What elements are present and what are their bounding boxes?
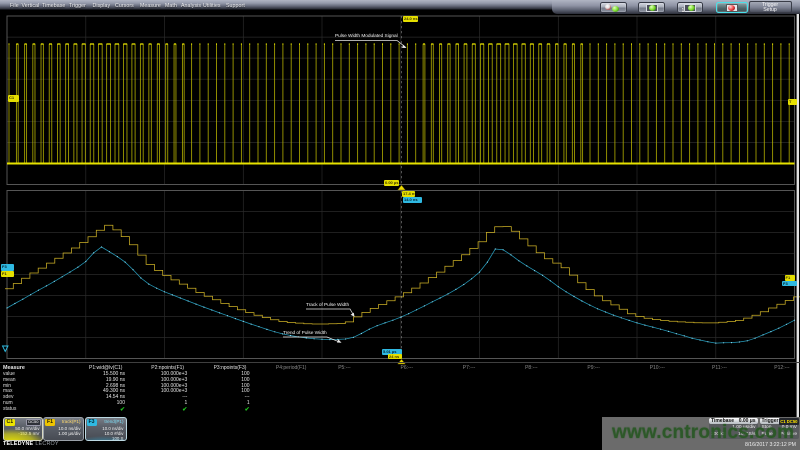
- f1-right-marker: F1: [785, 275, 796, 281]
- red-ball-icon: [728, 5, 735, 11]
- track-annotation-arrow: [306, 309, 354, 315]
- brand-name: LECROY: [35, 441, 58, 447]
- measure-column-header: P12:---: [774, 365, 789, 371]
- f3-id-badge: F3: [87, 419, 97, 426]
- trigger-position-marker-grid1: [398, 185, 406, 190]
- normal-trigger-button[interactable]: [638, 2, 665, 13]
- track-annotation: Track of Pulse Width: [306, 303, 349, 308]
- undo-setup-button[interactable]: [600, 2, 627, 13]
- c1-descriptor-box[interactable]: C1 DC50 50.0 mV/div -152.5 mV: [3, 417, 43, 441]
- descriptor-header: F3 trend(P1): [86, 418, 126, 426]
- vendor-name: TELEDYNE: [3, 441, 33, 447]
- measure-column-header: P7:---: [463, 365, 476, 371]
- menu-item-cursors[interactable]: Cursors: [115, 3, 134, 9]
- bottom-right-panel: www.cntronics.com Timebase 0.00 µs 1.00 …: [602, 417, 800, 450]
- measure-table-title: Measure: [3, 365, 25, 371]
- f3-right-marker: F3: [782, 281, 797, 287]
- c1-id-badge: C1: [5, 419, 16, 426]
- f3-descriptor-box[interactable]: F3 trend(P1) 10.0 ns/div 10.0 #/div 100 …: [85, 417, 127, 441]
- measure-column-header: P6:---: [401, 365, 414, 371]
- measure-table: Measure valuemeanminmaxsdevnumstatus P1:…: [0, 362, 800, 412]
- cursor-time-f1-badge: 24 ns: [388, 354, 402, 359]
- measure-cell: ✔: [89, 406, 125, 413]
- measure-column-header: P10:---: [650, 365, 665, 371]
- trigger-setup-button[interactable]: Trigger Setup: [749, 1, 792, 13]
- trigger-level-marker[interactable]: T: [788, 99, 797, 105]
- trigger-delay-badge[interactable]: 0.00 µs: [384, 180, 399, 187]
- toolbar: 1 Trigger Setup: [552, 0, 800, 14]
- pwm-annotation: Pulse Width Modulated Signal: [335, 34, 398, 39]
- green-ball-icon: [649, 5, 656, 11]
- green-ball-icon: [688, 5, 695, 11]
- f3-title: trend(P1): [104, 419, 123, 424]
- grid1-gridlines: [7, 16, 795, 185]
- oscilloscope-screen: {"menu":{"items":["File","Vertical","Tim…: [0, 0, 800, 450]
- f1-level-marker[interactable]: F1: [1, 271, 14, 278]
- single-trigger-button[interactable]: 1: [677, 2, 703, 13]
- menu-item-support[interactable]: Support: [226, 3, 245, 9]
- measure-column-header: P8:---: [525, 365, 538, 371]
- trend-annotation: Trend of Pulse Width: [283, 331, 327, 336]
- menu-item-vertical[interactable]: Vertical: [22, 3, 40, 9]
- menu-item-display[interactable]: Display: [93, 3, 111, 9]
- menu-item-trigger[interactable]: Trigger: [69, 3, 86, 9]
- descriptor-header: F1 track(P1): [44, 418, 83, 426]
- f1-hdiv: 1.00 µs/div: [44, 431, 83, 436]
- pwm-annotation-arrow: [335, 41, 406, 48]
- green-ball-icon: [612, 6, 619, 12]
- measure-column-header: P3:npoints(F3): [214, 365, 247, 371]
- menu-item-timebase[interactable]: Timebase: [42, 3, 65, 9]
- stop-trigger-button[interactable]: [716, 2, 748, 13]
- measure-column-header: P2:npoints(F1): [151, 365, 184, 371]
- menu-item-math[interactable]: Math: [165, 3, 177, 9]
- c1-level-marker[interactable]: C1: [8, 95, 19, 102]
- number-one-icon: 1: [682, 8, 685, 14]
- menu-item-analysis[interactable]: Analysis: [181, 3, 201, 9]
- menu-item-utilities[interactable]: Utilities: [203, 3, 221, 9]
- measure-cell: ✔: [214, 406, 250, 413]
- trigger-setup-line2: Setup: [750, 8, 791, 14]
- measure-column-header: P11:---: [712, 365, 727, 371]
- measure-column-header: P4:period(F1): [276, 365, 307, 371]
- f1-title: track(P1): [62, 419, 81, 424]
- watermark-text: www.cntronics.com: [612, 422, 794, 444]
- f1-descriptor-box[interactable]: F1 track(P1) 10.0 ns/div 1.00 µs/div: [43, 417, 84, 441]
- measure-column-header: P5:---: [338, 365, 351, 371]
- cursor-time-top-badge[interactable]: 24.0 ns: [403, 16, 418, 22]
- c1-pwm-edges: [9, 44, 789, 164]
- f3-level-marker[interactable]: F3: [1, 264, 14, 271]
- cursor-f3-value-badge: 14.0 ns: [403, 197, 422, 203]
- descriptor-header: C1 DC50: [4, 418, 42, 426]
- menu-item-measure[interactable]: Measure: [140, 3, 161, 9]
- c1-coupling: DC50: [26, 419, 40, 427]
- measure-cell: ✔: [151, 406, 187, 413]
- measure-column-header: P1:wid@lv(C1): [89, 365, 122, 371]
- menu-item-file[interactable]: File: [10, 3, 19, 9]
- undo-icon: [605, 4, 611, 10]
- teledyne-lecroy-logo: TELEDYNELECROY: [3, 441, 59, 447]
- measure-column-header: P9:---: [587, 365, 600, 371]
- measure-row-label-status: status: [3, 406, 16, 412]
- f1-id-badge: F1: [45, 419, 55, 426]
